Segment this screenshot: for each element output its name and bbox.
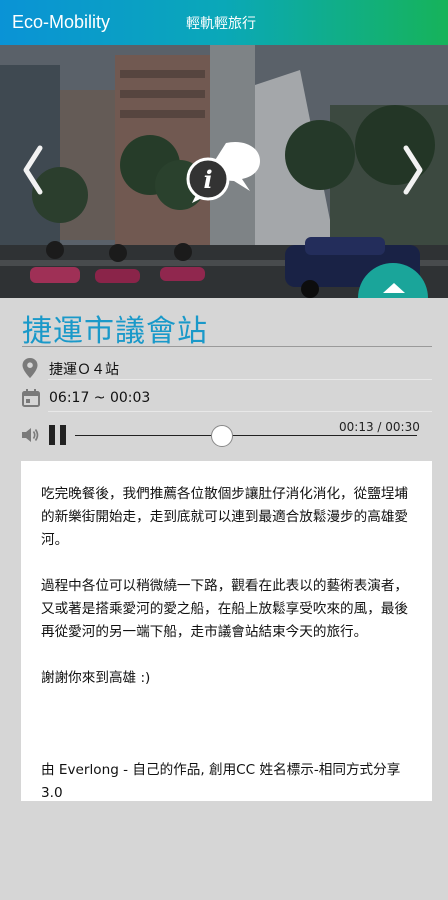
audio-seek-track[interactable] bbox=[75, 435, 417, 436]
station-code-row: 捷運Ｏ４站 bbox=[22, 356, 432, 380]
station-title: 捷運市議會站 bbox=[22, 314, 208, 349]
audio-player: 00:13 / 00:30 bbox=[22, 420, 432, 450]
station-hours: 06:17 ~ 00:03 bbox=[49, 390, 151, 406]
carousel-prev-button[interactable] bbox=[18, 140, 48, 200]
audio-seek-handle[interactable] bbox=[211, 425, 234, 447]
svg-text:i: i bbox=[203, 165, 212, 194]
description-card: 吃完晚餐後，我們推薦各位散個步讓肚仔消化消化，從鹽埕埔的新樂街開始走，走到底就可… bbox=[21, 461, 432, 801]
station-code: 捷運Ｏ４站 bbox=[49, 362, 119, 378]
brand-logo-text[interactable]: Eco-Mobility bbox=[12, 12, 110, 33]
description-paragraph: 吃完晚餐後，我們推薦各位散個步讓肚仔消化消化，從鹽埕埔的新樂街開始走，走到底就可… bbox=[41, 486, 409, 548]
hero-carousel: i bbox=[0, 45, 448, 298]
chevron-left-icon bbox=[23, 145, 43, 195]
chevron-right-icon bbox=[403, 145, 423, 195]
title-divider bbox=[22, 346, 432, 347]
pause-button[interactable] bbox=[49, 425, 67, 445]
pause-icon-bar bbox=[60, 425, 66, 445]
app-header: Eco-Mobility 輕軌輕旅行 bbox=[0, 0, 448, 45]
volume-icon[interactable] bbox=[22, 427, 40, 443]
audio-time: 00:13 / 00:30 bbox=[339, 420, 420, 434]
calendar-icon bbox=[22, 389, 40, 407]
info-chat-icon[interactable]: i bbox=[186, 137, 264, 207]
description-paragraph: 過程中各位可以稍微繞一下路，觀看在此表以的藝術表演者，又或著是搭乘愛河的愛之船，… bbox=[41, 578, 409, 640]
row-divider bbox=[48, 411, 432, 412]
image-credit: 由 Everlong - 自己的作品, 創用CC 姓名標示-相同方式分享 3.0 bbox=[41, 762, 401, 801]
pause-icon bbox=[49, 425, 55, 445]
carousel-next-button[interactable] bbox=[398, 140, 428, 200]
description-paragraph: 謝謝你來到高雄 :) bbox=[41, 670, 151, 686]
chevron-up-icon bbox=[383, 283, 405, 293]
header-subtitle: 輕軌輕旅行 bbox=[186, 16, 256, 32]
station-hours-row: 06:17 ~ 00:03 bbox=[22, 387, 432, 411]
row-divider bbox=[48, 379, 432, 380]
location-pin-icon bbox=[22, 358, 38, 378]
